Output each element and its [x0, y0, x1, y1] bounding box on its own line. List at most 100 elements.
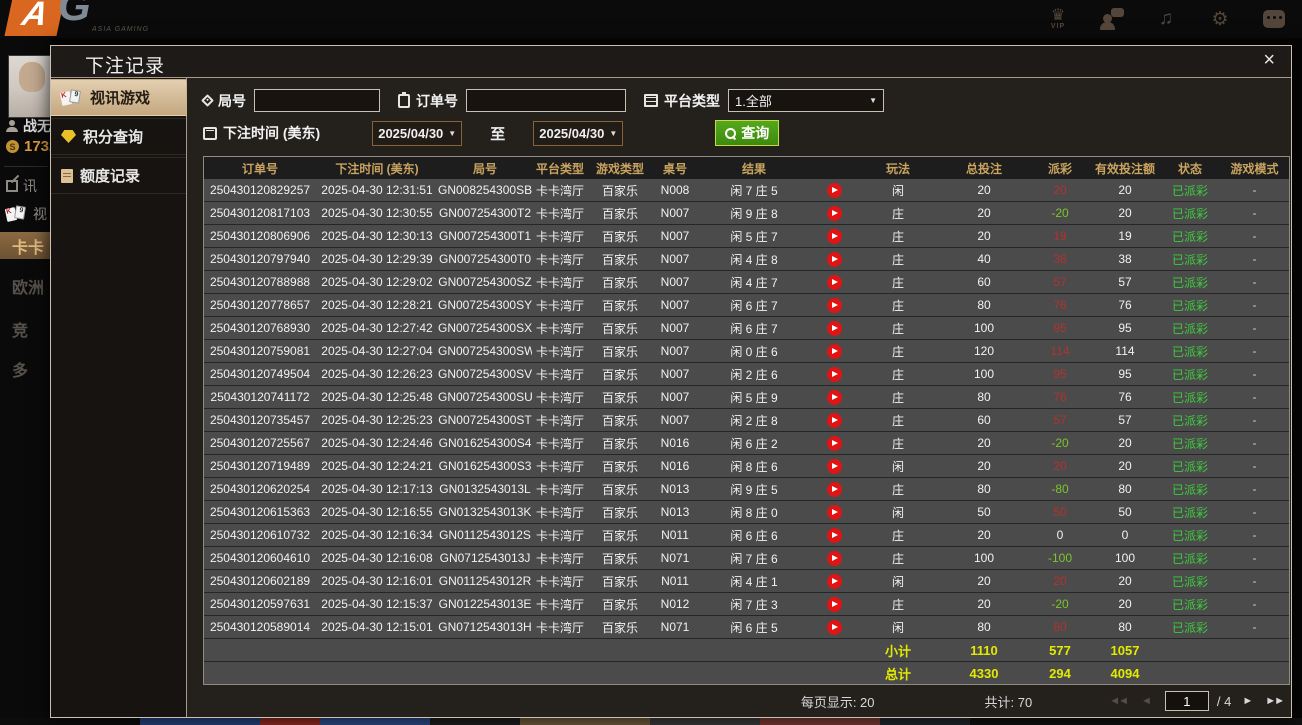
cell-status: 已派彩 [1171, 321, 1208, 336]
replay-button[interactable] [826, 182, 842, 198]
first-page-button[interactable]: ◄◄ [1109, 695, 1129, 707]
date-from-picker[interactable]: 2025/04/30 ▼ [372, 120, 463, 146]
next-page-button[interactable]: ► [1242, 695, 1253, 707]
customer-service-icon[interactable] [1098, 4, 1126, 34]
table-row: 250430120615363 2025-04-30 12:16:55 GN01… [204, 501, 1289, 523]
replay-button[interactable] [826, 274, 842, 290]
lobby-menu-multi[interactable]: 多 [0, 355, 50, 382]
replay-button[interactable] [826, 251, 842, 267]
cell-game-type: 百家乐 [601, 459, 638, 474]
cards-icon: K9 [4, 205, 28, 222]
cell-platform-type: 卡卡湾厅 [535, 252, 584, 267]
replay-button[interactable] [826, 297, 842, 313]
replay-button[interactable] [826, 573, 842, 589]
chat-glyph [1263, 10, 1285, 28]
replay-button[interactable] [826, 389, 842, 405]
cell-status: 已派彩 [1171, 183, 1208, 198]
cards-icon: K9 [59, 88, 83, 106]
prev-page-button[interactable]: ◄ [1141, 695, 1152, 707]
cell-play-type: 庄 [891, 436, 904, 451]
cell-round-number: GN008254300SB [438, 183, 532, 197]
replay-button[interactable] [826, 596, 842, 612]
cell-game-type: 百家乐 [601, 321, 638, 336]
replay-button[interactable] [826, 619, 842, 635]
cell-game-mode: - [1252, 183, 1257, 197]
cell-status: 已派彩 [1171, 459, 1208, 474]
cell-platform-type: 卡卡湾厅 [535, 183, 584, 198]
header-cell: 结果 [741, 161, 766, 176]
replay-button[interactable] [826, 320, 842, 336]
dialog-content: 局号 订单号 平台类型 1.全部 ▼ 下注时间 (美东) 2025/04/30 … [187, 78, 1291, 717]
cell-play-type: 庄 [891, 344, 904, 359]
last-page-button[interactable]: ►► [1265, 695, 1285, 707]
cell-game-type: 百家乐 [601, 275, 638, 290]
replay-button[interactable] [826, 550, 842, 566]
chevron-down-icon: ▼ [609, 128, 618, 138]
avatar[interactable] [8, 55, 50, 118]
header-cell: 有效投注额 [1094, 161, 1155, 176]
per-page-label: 每页显示: 20 [800, 694, 875, 710]
cell-payout: 76 [1053, 298, 1067, 312]
replay-button[interactable] [826, 435, 842, 451]
table-row: 250430120806906 2025-04-30 12:30:13 GN00… [204, 225, 1289, 247]
cell-platform-type: 卡卡湾厅 [535, 505, 584, 520]
cell-bet-time: 2025-04-30 12:29:39 [321, 252, 433, 266]
date-to-picker[interactable]: 2025/04/30 ▼ [533, 120, 624, 146]
search-button[interactable]: 查询 [715, 120, 780, 146]
replay-button[interactable] [826, 205, 842, 221]
replay-button[interactable] [826, 481, 842, 497]
close-icon[interactable]: × [1263, 50, 1275, 70]
play-icon [832, 601, 838, 607]
cell-order-number: 250430120610732 [209, 528, 311, 542]
page-input[interactable]: 1 [1164, 691, 1209, 711]
settings-gear-icon[interactable]: ⚙ [1206, 4, 1234, 34]
order-input[interactable] [466, 89, 626, 112]
tab-points-query[interactable]: 积分查询 [51, 118, 186, 155]
cell-status: 已派彩 [1171, 229, 1208, 244]
play-icon [832, 463, 838, 469]
platform-select[interactable]: 1.全部 ▼ [728, 89, 884, 112]
date-to-value: 2025/04/30 [539, 125, 605, 141]
round-label: 局号 [218, 92, 246, 109]
lobby-menu-europe[interactable]: 欧洲 [0, 272, 50, 299]
cell-game-mode: - [1252, 574, 1257, 588]
replay-button[interactable] [826, 504, 842, 520]
lobby-menu-kakawan[interactable]: 卡卡 [0, 232, 50, 259]
subtotal-valid: 1057 [1110, 642, 1140, 658]
lobby-menu-jingmi[interactable]: 竞 [0, 315, 50, 342]
cell-payout: 38 [1053, 252, 1067, 266]
cell-bet-time: 2025-04-30 12:28:21 [321, 298, 433, 312]
table-row: 250430120589014 2025-04-30 12:15:01 GN07… [204, 616, 1289, 638]
cell-order-number: 250430120615363 [209, 505, 311, 519]
replay-button[interactable] [826, 366, 842, 382]
replay-button[interactable] [826, 458, 842, 474]
cell-table-number: N011 [661, 528, 689, 542]
cell-valid-bet: 57 [1118, 413, 1132, 427]
replay-button[interactable] [826, 343, 842, 359]
vip-icon[interactable]: ♛ VIP [1044, 4, 1072, 34]
table-row: 250430120797940 2025-04-30 12:29:39 GN00… [204, 248, 1289, 270]
cell-bet-time: 2025-04-30 12:16:34 [321, 528, 433, 542]
table-row: 250430120759081 2025-04-30 12:27:04 GN00… [204, 340, 1289, 362]
tab-video-games[interactable]: K9 视讯游戏 [51, 79, 197, 117]
replay-button[interactable] [826, 228, 842, 244]
replay-button[interactable] [826, 527, 842, 543]
cell-table-number: N012 [660, 597, 690, 611]
cell-total-bet: 20 [977, 597, 991, 611]
chevron-down-icon: ▼ [448, 128, 457, 138]
cell-round-number: GN007254300SW [438, 344, 532, 358]
cell-play-type: 庄 [891, 390, 904, 405]
round-input[interactable] [254, 89, 380, 112]
balance: 1732 [24, 138, 50, 155]
tab-credit-records[interactable]: 额度记录 [51, 157, 186, 194]
music-icon[interactable]: ♫ [1152, 4, 1180, 34]
cell-game-mode: - [1252, 528, 1257, 542]
replay-button[interactable] [826, 412, 842, 428]
table-row: 250430120602189 2025-04-30 12:16:01 GN01… [204, 570, 1289, 592]
cell-result: 闲 6 庄 2 [730, 436, 778, 451]
chat-icon[interactable] [1260, 4, 1288, 34]
cell-total-bet: 40 [977, 252, 991, 266]
cell-platform-type: 卡卡湾厅 [535, 597, 584, 612]
cell-replay [810, 550, 858, 566]
cell-bet-time: 2025-04-30 12:16:55 [321, 505, 433, 519]
